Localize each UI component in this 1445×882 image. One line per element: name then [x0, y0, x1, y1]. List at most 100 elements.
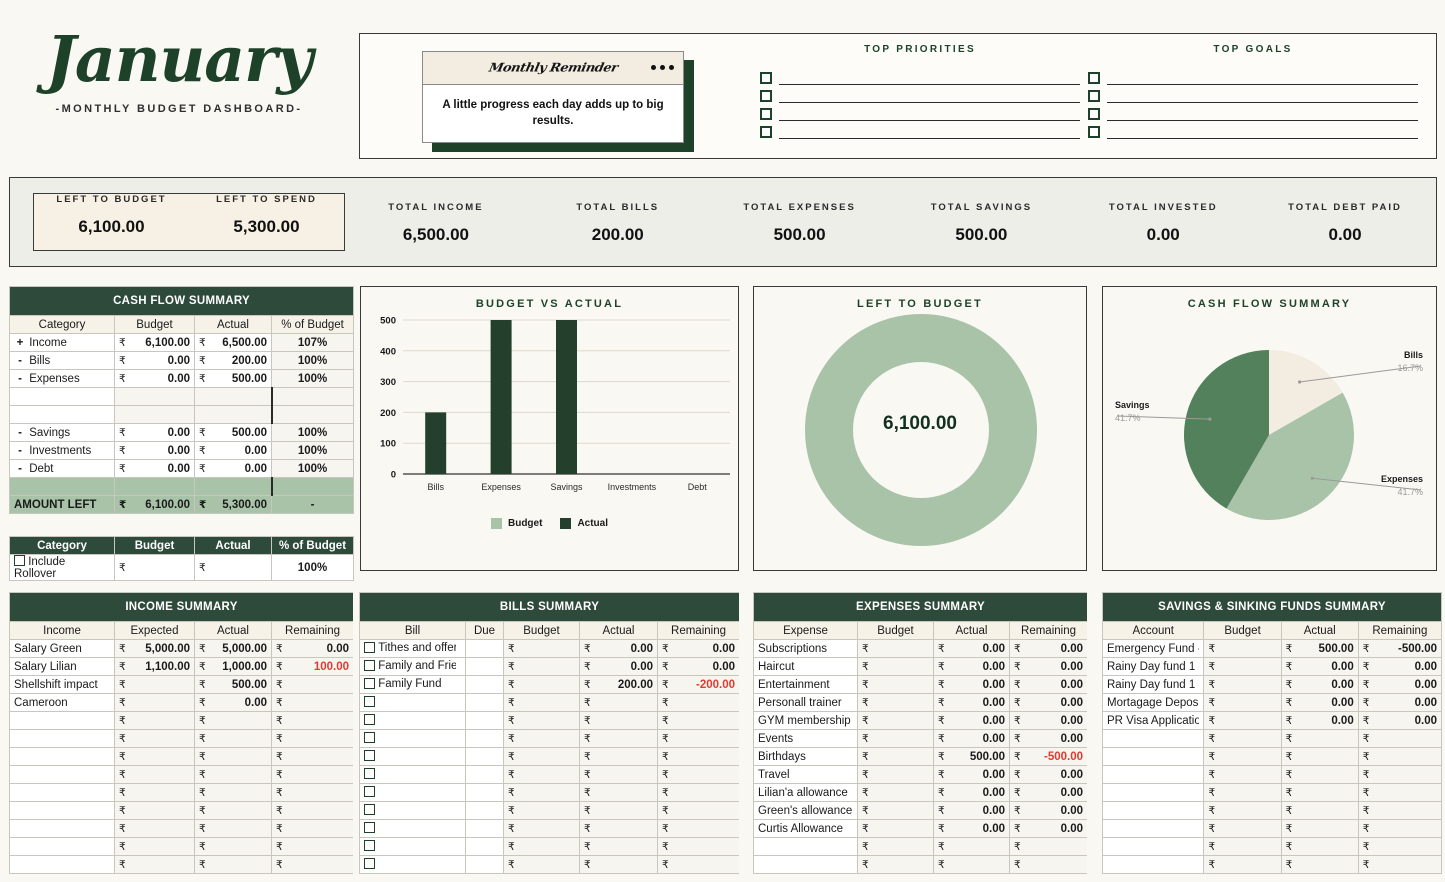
row-label[interactable]: Subscriptions — [754, 640, 858, 658]
currency-cell[interactable]: ₹ — [504, 694, 580, 712]
currency-cell[interactable]: ₹ — [580, 856, 658, 874]
currency-cell[interactable]: ₹ — [115, 820, 195, 838]
table-row[interactable]: - Expenses₹0.00₹500.00100% — [10, 370, 354, 388]
currency-cell[interactable]: ₹-200.00 — [658, 676, 740, 694]
currency-cell[interactable]: ₹ — [1010, 838, 1088, 856]
row-label[interactable] — [10, 838, 115, 856]
due-cell[interactable] — [466, 820, 504, 838]
currency-cell[interactable]: ₹0.00 — [580, 640, 658, 658]
currency-cell[interactable]: ₹ — [115, 730, 195, 748]
row-label[interactable] — [10, 802, 115, 820]
priority-item[interactable] — [760, 67, 1080, 85]
row-label[interactable] — [1103, 856, 1204, 874]
currency-cell[interactable]: ₹ — [115, 784, 195, 802]
currency-cell[interactable]: ₹0.00 — [115, 352, 195, 370]
currency-cell[interactable]: ₹ — [1204, 838, 1281, 856]
currency-cell[interactable]: ₹0.00 — [115, 424, 195, 442]
currency-cell[interactable]: ₹ — [1204, 640, 1281, 658]
currency-cell[interactable]: ₹0.00 — [195, 694, 272, 712]
row-label[interactable]: Emergency Fund - Sh — [1103, 640, 1204, 658]
row-label[interactable] — [10, 784, 115, 802]
row-label[interactable] — [1103, 784, 1204, 802]
table-row[interactable]: Rainy Day fund 1 - Li₹₹0.00₹0.00 — [1103, 676, 1442, 694]
currency-cell[interactable]: ₹0.00 — [1358, 694, 1441, 712]
row-label[interactable]: Haircut — [754, 658, 858, 676]
currency-cell[interactable]: ₹ — [580, 766, 658, 784]
currency-cell[interactable]: ₹200.00 — [195, 352, 272, 370]
currency-cell[interactable]: ₹-500.00 — [1010, 748, 1088, 766]
checkbox-icon[interactable] — [1088, 72, 1100, 84]
currency-cell[interactable]: ₹ — [1204, 712, 1281, 730]
currency-cell[interactable]: ₹ — [504, 640, 580, 658]
currency-cell[interactable]: ₹0.00 — [1358, 658, 1441, 676]
currency-cell[interactable]: ₹ — [504, 766, 580, 784]
currency-cell[interactable]: ₹0.00 — [1281, 694, 1358, 712]
currency-cell[interactable]: ₹0.00 — [115, 460, 195, 478]
currency-cell[interactable]: ₹ — [504, 748, 580, 766]
row-label[interactable]: Cameroon — [10, 694, 115, 712]
currency-cell[interactable]: ₹ — [658, 820, 740, 838]
table-row[interactable]: ₹₹₹ — [1103, 856, 1442, 874]
currency-cell[interactable]: ₹ — [1281, 802, 1358, 820]
row-label[interactable]: Salary Green — [10, 640, 115, 658]
currency-cell[interactable]: ₹ — [580, 730, 658, 748]
checkbox-icon[interactable] — [760, 72, 772, 84]
currency-cell[interactable]: ₹ — [1358, 730, 1441, 748]
table-row[interactable]: ₹₹₹ — [1103, 766, 1442, 784]
checkbox-icon[interactable] — [760, 108, 772, 120]
row-label[interactable] — [10, 748, 115, 766]
table-row[interactable]: ₹₹₹ — [10, 820, 354, 838]
due-cell[interactable] — [466, 802, 504, 820]
bill-name-cell[interactable] — [360, 838, 466, 856]
currency-cell[interactable]: ₹100.00 — [272, 658, 354, 676]
currency-cell[interactable]: ₹ — [504, 730, 580, 748]
currency-cell[interactable]: ₹ — [858, 838, 934, 856]
currency-cell[interactable]: ₹ — [1358, 802, 1441, 820]
checkbox-icon[interactable] — [14, 555, 25, 566]
goal-input-line[interactable] — [1107, 138, 1418, 139]
due-cell[interactable] — [466, 712, 504, 730]
table-row[interactable]: Salary Lilian₹1,100.00₹1,000.00₹100.00 — [10, 658, 354, 676]
currency-cell[interactable]: ₹6,100.00 — [115, 334, 195, 352]
table-row[interactable]: ₹₹₹ — [360, 748, 740, 766]
currency-cell[interactable]: ₹ — [858, 658, 934, 676]
currency-cell[interactable]: ₹ — [580, 784, 658, 802]
currency-cell[interactable]: ₹ — [272, 856, 354, 874]
currency-cell[interactable]: ₹500.00 — [195, 370, 272, 388]
currency-cell[interactable]: ₹ — [195, 838, 272, 856]
checkbox-icon[interactable] — [364, 804, 375, 815]
checkbox-icon[interactable] — [364, 768, 375, 779]
table-row[interactable]: ₹₹₹ — [1103, 838, 1442, 856]
include-rollover-row[interactable]: Include Rollover ₹ ₹ 100% — [10, 555, 354, 581]
table-row[interactable]: ₹₹₹ — [360, 766, 740, 784]
table-row[interactable]: Shellshift impact₹₹500.00₹ — [10, 676, 354, 694]
table-row[interactable]: ₹₹₹ — [1103, 748, 1442, 766]
goal-item[interactable] — [1088, 121, 1418, 139]
table-row[interactable]: Subscriptions₹₹0.00₹0.00 — [754, 640, 1088, 658]
table-row[interactable]: - Investments₹0.00₹0.00100% — [10, 442, 354, 460]
currency-cell[interactable]: ₹500.00 — [195, 676, 272, 694]
due-cell[interactable] — [466, 838, 504, 856]
currency-cell[interactable]: ₹ — [1281, 748, 1358, 766]
due-cell[interactable] — [466, 856, 504, 874]
currency-cell[interactable]: ₹ — [1358, 856, 1441, 874]
currency-cell[interactable]: ₹0.00 — [934, 658, 1010, 676]
table-row[interactable]: - Debt₹0.00₹0.00100% — [10, 460, 354, 478]
currency-cell[interactable]: ₹ — [858, 730, 934, 748]
currency-cell[interactable]: ₹ — [272, 712, 354, 730]
due-cell[interactable] — [466, 658, 504, 676]
table-row[interactable]: ₹₹₹ — [360, 694, 740, 712]
currency-cell[interactable]: ₹ — [1358, 838, 1441, 856]
currency-cell[interactable]: ₹0.00 — [1010, 712, 1088, 730]
table-row[interactable]: PR Visa Application₹₹0.00₹0.00 — [1103, 712, 1442, 730]
currency-cell[interactable]: ₹ — [858, 856, 934, 874]
table-row[interactable]: Tithes and offerin₹₹0.00₹0.00 — [360, 640, 740, 658]
table-row[interactable]: ₹₹₹ — [360, 802, 740, 820]
due-cell[interactable] — [466, 766, 504, 784]
bill-name-cell[interactable] — [360, 748, 466, 766]
currency-cell[interactable]: ₹0.00 — [1281, 712, 1358, 730]
currency-cell[interactable]: ₹ — [195, 730, 272, 748]
table-row[interactable]: Family and Frienc₹₹0.00₹0.00 — [360, 658, 740, 676]
row-label[interactable] — [1103, 766, 1204, 784]
currency-cell[interactable]: ₹ — [934, 856, 1010, 874]
